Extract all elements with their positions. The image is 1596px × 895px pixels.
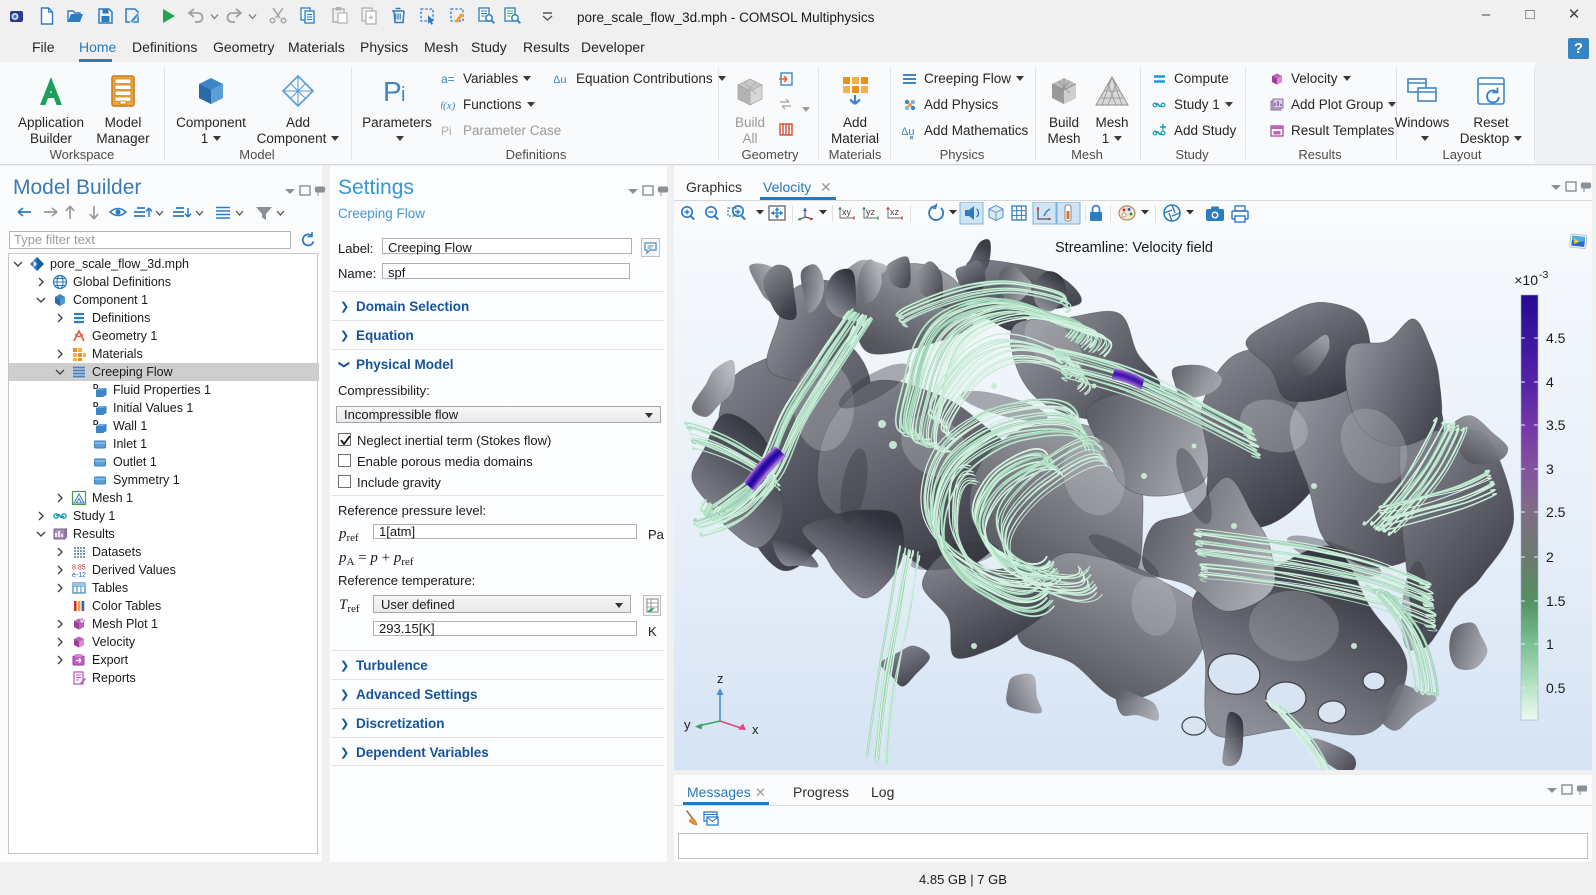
- svg-text:f(x): f(x): [441, 100, 456, 112]
- svg-text:Streamline: Velocity field: Streamline: Velocity field: [1055, 240, 1213, 256]
- svg-text:i: i: [401, 84, 405, 106]
- svg-text:4: 4: [1546, 374, 1554, 390]
- svg-text:z: z: [717, 671, 724, 686]
- svg-text:Pi: Pi: [441, 124, 452, 138]
- svg-text:D: D: [93, 418, 99, 427]
- svg-text:y: y: [684, 717, 691, 732]
- svg-text:3: 3: [1546, 461, 1554, 477]
- svg-text:0.5: 0.5: [1546, 680, 1566, 696]
- svg-text:3.5: 3.5: [1546, 417, 1566, 433]
- svg-text:P: P: [383, 76, 402, 107]
- svg-text:D: D: [93, 382, 99, 391]
- svg-text:4.5: 4.5: [1546, 330, 1566, 346]
- svg-text:e-12: e-12: [72, 572, 86, 578]
- svg-text:1.5: 1.5: [1546, 593, 1566, 609]
- svg-text:2: 2: [1546, 549, 1554, 565]
- svg-text:yz: yz: [866, 207, 876, 217]
- svg-text:-3: -3: [1539, 269, 1548, 281]
- svg-text:xz: xz: [890, 207, 900, 217]
- svg-text:a=: a=: [441, 72, 455, 86]
- svg-text:2.5: 2.5: [1546, 504, 1566, 520]
- svg-text:8.85: 8.85: [72, 565, 86, 572]
- svg-text:D: D: [93, 400, 99, 409]
- svg-text:1: 1: [1546, 636, 1554, 652]
- svg-text:x: x: [752, 722, 759, 737]
- svg-text:×10: ×10: [1514, 272, 1538, 288]
- svg-text:Δu: Δu: [554, 74, 566, 86]
- svg-text:xy: xy: [842, 207, 852, 217]
